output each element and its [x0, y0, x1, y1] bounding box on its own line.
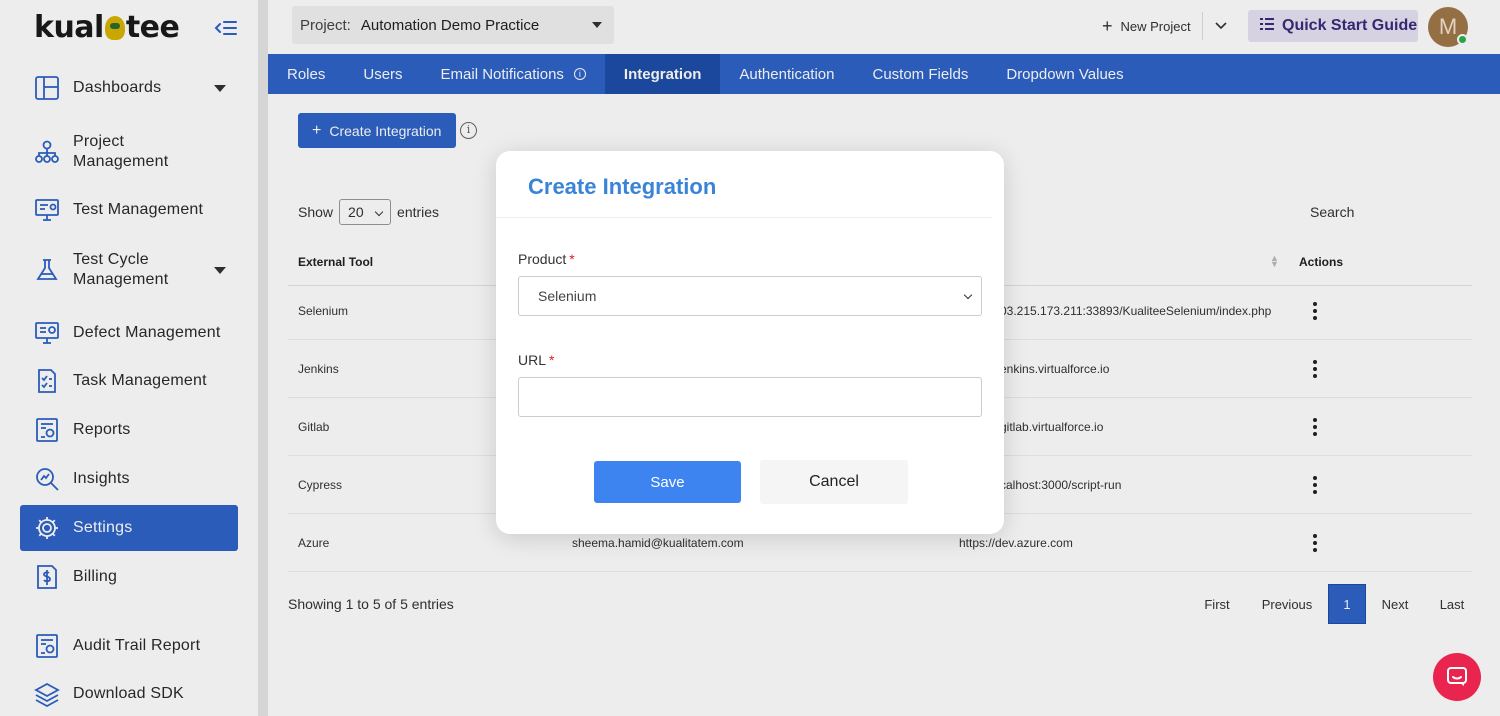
product-label: Product	[518, 251, 567, 267]
required-marker: *	[549, 352, 555, 368]
required-marker: *	[569, 251, 575, 267]
product-field-label: Product *	[518, 251, 575, 267]
url-field-label: URL *	[518, 352, 554, 368]
product-select-value: Selenium	[538, 288, 597, 304]
modal-title: Create Integration	[528, 174, 717, 199]
chat-support-button[interactable]	[1433, 653, 1481, 701]
url-input[interactable]	[518, 377, 982, 417]
product-select[interactable]: Selenium	[518, 276, 982, 316]
chevron-down-icon	[963, 290, 973, 300]
create-integration-modal: Create Integration Product * Selenium URL…	[496, 151, 1004, 534]
chat-bubble-icon	[1447, 667, 1467, 686]
save-button[interactable]: Save	[594, 461, 741, 503]
url-label: URL	[518, 352, 547, 368]
divider	[496, 217, 992, 218]
cancel-button[interactable]: Cancel	[760, 460, 908, 504]
